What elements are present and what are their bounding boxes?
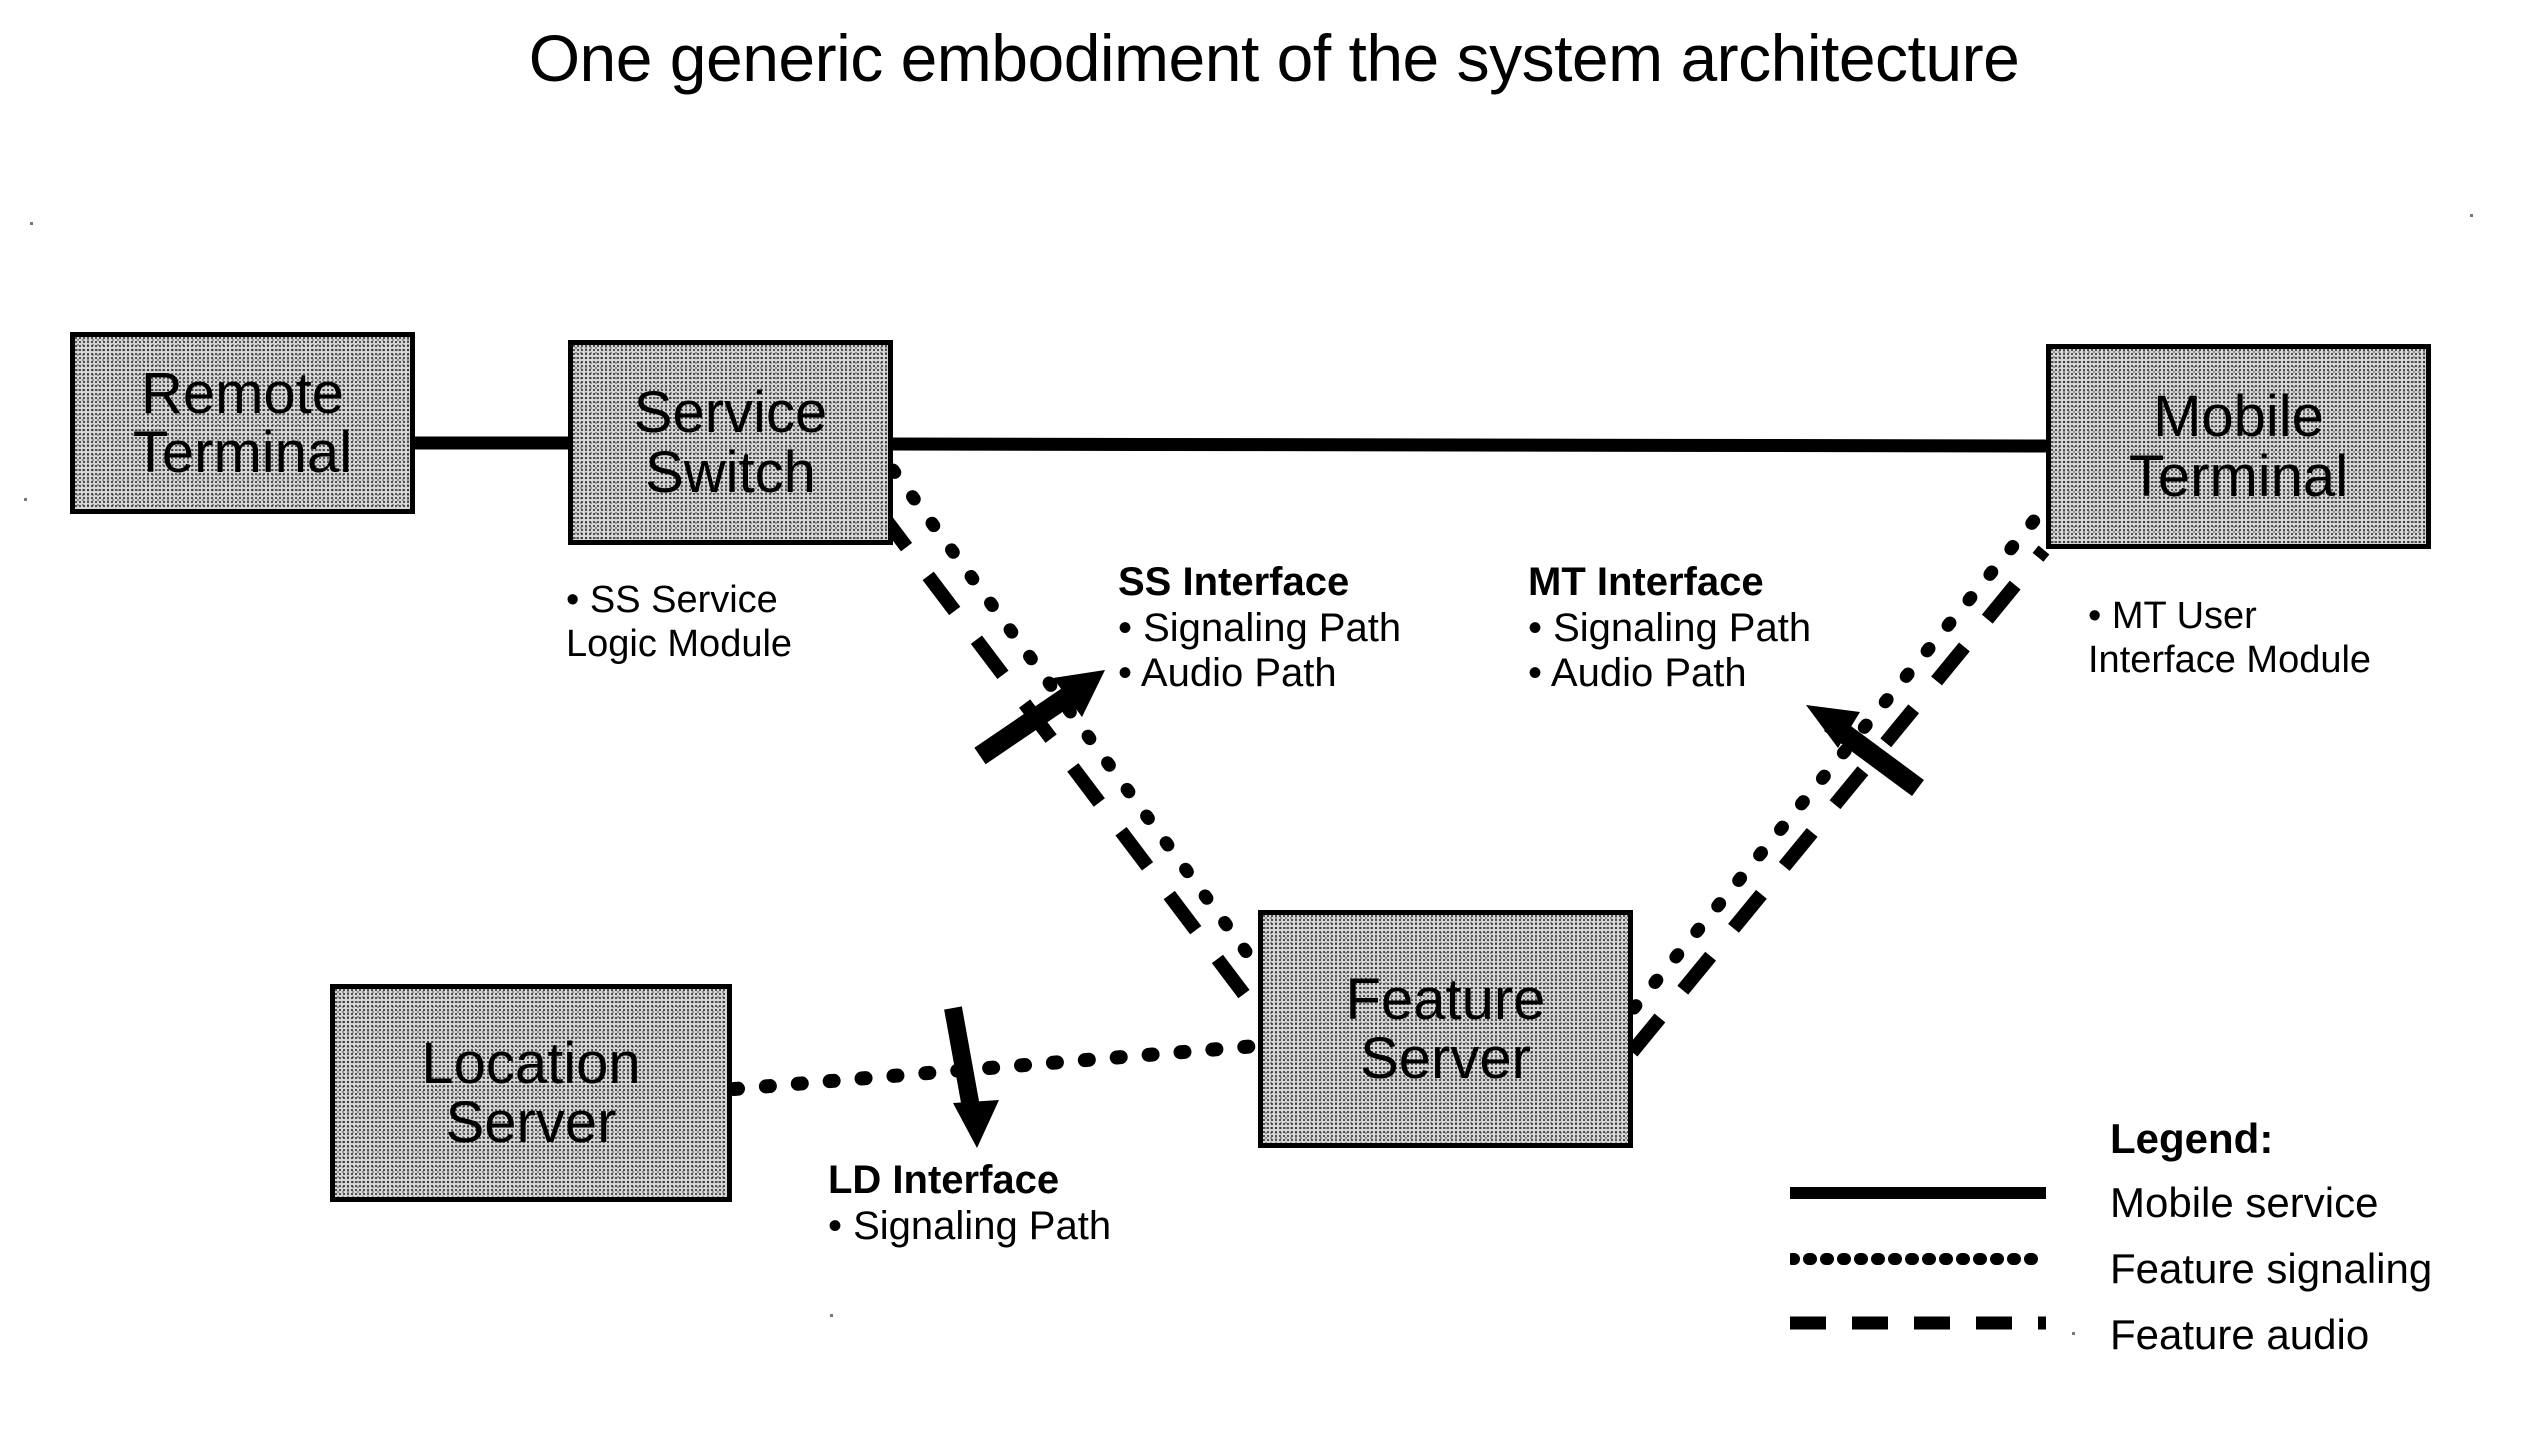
- mt-interface-header: MT Interface: [1528, 560, 1764, 604]
- node-service-switch-line1: Service: [633, 380, 828, 446]
- page-title: One generic embodiment of the system arc…: [528, 21, 2020, 95]
- scan-speck: [30, 222, 33, 225]
- ss-module-line2: Logic Module: [566, 623, 793, 666]
- wire-mobile-service-ss-mt: [888, 437, 2049, 453]
- mt-interface-item-signaling-path: • Signaling Path: [1528, 605, 1812, 650]
- ld-interface-item-signaling-path: • Signaling Path: [828, 1203, 1112, 1248]
- legend-label-feature-audio: Feature audio: [2110, 1311, 2370, 1358]
- node-location-server-line1: Location: [421, 1030, 641, 1096]
- scan-speck: [24, 498, 27, 501]
- node-remote-terminal-line2: Terminal: [132, 420, 353, 485]
- node-location-server-line2: Server: [445, 1090, 617, 1155]
- legend: Legend: Mobile service Feature signaling…: [1790, 1118, 2530, 1378]
- node-mobile-terminal[interactable]: Mobile Terminal: [2046, 344, 2431, 549]
- node-feature-server-line2: Server: [1360, 1026, 1531, 1091]
- node-mobile-terminal-line2: Terminal: [2128, 443, 2349, 509]
- node-location-server[interactable]: Location Server: [330, 984, 732, 1202]
- ss-interface-header: SS Interface: [1118, 560, 1350, 604]
- node-feature-server-line1: Feature: [1345, 966, 1546, 1032]
- node-feature-server[interactable]: Feature Server: [1258, 910, 1633, 1148]
- annotation-mt-interface: MT Interface • Signaling Path • Audio Pa…: [1528, 560, 1811, 697]
- node-remote-terminal[interactable]: Remote Terminal: [70, 332, 415, 514]
- ss-interface-callout-arrow: [974, 670, 1105, 765]
- scan-speck: [2470, 214, 2473, 217]
- ld-interface-callout-arrow: [944, 1006, 999, 1148]
- diagram-canvas: One generic embodiment of the system arc…: [0, 0, 2548, 1440]
- node-mobile-terminal-line1: Mobile: [2153, 384, 2324, 450]
- legend-swatch-mobile-service: [1790, 1187, 2046, 1199]
- node-service-switch[interactable]: Service Switch: [568, 340, 893, 545]
- wire-feature-signaling-ss-fs: [886, 463, 1265, 975]
- mt-interface-item-audio-path: • Audio Path: [1528, 651, 1747, 696]
- wire-ld-signaling-ls-fs: [727, 1039, 1263, 1096]
- annotation-mt-user-interface-module: • MT User Interface Module: [2088, 594, 2371, 682]
- annotation-ld-interface: LD Interface • Signaling Path: [828, 1158, 1111, 1249]
- legend-swatch-feature-audio: [1790, 1316, 2046, 1330]
- mt-module-line2: Interface Module: [2088, 639, 2372, 682]
- legend-label-feature-signaling: Feature signaling: [2110, 1245, 2433, 1292]
- scan-speck: [830, 1314, 833, 1317]
- scan-speck: [2072, 1332, 2075, 1335]
- legend-title: Legend:: [2110, 1115, 2274, 1162]
- mt-interface-callout-arrow: [1806, 705, 1924, 797]
- annotation-ss-service-logic-module: • SS Service Logic Module: [566, 578, 792, 666]
- ld-interface-header: LD Interface: [828, 1158, 1060, 1202]
- node-remote-terminal-line1: Remote: [140, 360, 345, 426]
- ss-interface-item-signaling-path: • Signaling Path: [1118, 605, 1402, 650]
- ss-interface-item-audio-path: • Audio Path: [1118, 651, 1337, 696]
- ss-module-line1: • SS Service: [566, 579, 778, 621]
- legend-swatch-feature-signaling: [1790, 1253, 2046, 1265]
- legend-label-mobile-service: Mobile service: [2110, 1179, 2379, 1226]
- mt-module-line1: • MT User: [2088, 595, 2257, 637]
- node-service-switch-line2: Switch: [645, 439, 816, 505]
- annotation-ss-interface: SS Interface • Signaling Path • Audio Pa…: [1118, 560, 1401, 697]
